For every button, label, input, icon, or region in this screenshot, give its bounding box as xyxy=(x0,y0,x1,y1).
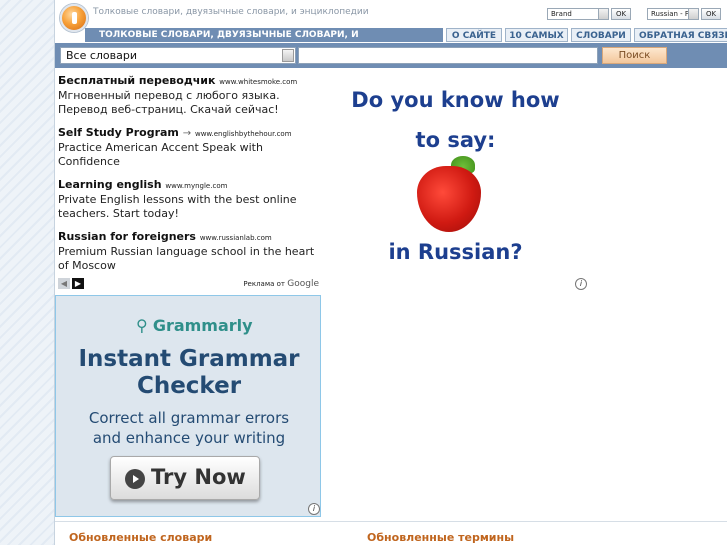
headline-line: Checker xyxy=(136,373,242,399)
ad-body: Premium Russian language school in the h… xyxy=(58,245,315,272)
nav-main-title[interactable]: ТОЛКОВЫЕ СЛОВАРИ, ДВУЯЗЫЧНЫЕ СЛОВАРИ, И … xyxy=(85,28,443,54)
search-input[interactable] xyxy=(298,47,598,64)
dictionary-select[interactable]: Все словари xyxy=(60,47,296,64)
grammarly-logo: ⚲ Grammarly xyxy=(136,316,253,335)
top-bar: Толковые словари, двуязычные словари, и … xyxy=(55,0,727,32)
site-logo[interactable] xyxy=(60,4,88,32)
ad-body: Мгновенный перевод с любого языка. Перев… xyxy=(58,89,280,116)
updated-dictionaries-heading[interactable]: Обновленные словари xyxy=(69,531,212,544)
headline-line: Instant Grammar xyxy=(78,346,300,372)
search-bar: Все словари Поиск xyxy=(55,43,727,68)
chevron-down-icon xyxy=(282,49,294,62)
brand-ok-button[interactable]: OK xyxy=(611,8,631,20)
ad-title[interactable]: Learning english xyxy=(58,178,162,191)
banner-subtitle: Correct all grammar errors and enhance y… xyxy=(56,408,322,448)
play-icon xyxy=(125,469,145,489)
try-now-button[interactable]: Try Now xyxy=(110,456,260,500)
ad-body: Private English lessons with the best on… xyxy=(58,193,297,220)
tab-top10[interactable]: 10 САМЫХ xyxy=(505,28,568,42)
prev-arrow-icon[interactable]: ◀ xyxy=(58,278,70,289)
ad-url[interactable]: www.myngle.com xyxy=(165,182,227,190)
try-now-label: Try Now xyxy=(151,465,246,489)
ad-title[interactable]: Self Study Program xyxy=(58,126,179,139)
tab-about[interactable]: О САЙТЕ xyxy=(446,28,502,42)
ad-url[interactable]: www.russianlab.com xyxy=(200,234,272,242)
dictionary-select-value: Все словари xyxy=(66,49,138,62)
grammarly-logo-text: Grammarly xyxy=(152,316,253,335)
brand-select-value: Brand xyxy=(551,10,572,18)
tab-dictionaries[interactable]: СЛОВАРИ xyxy=(571,28,631,42)
banner-headline: Instant Grammar Checker xyxy=(56,346,322,400)
ads-by-google[interactable]: Реклама от Google xyxy=(243,279,319,289)
info-icon[interactable]: i xyxy=(575,278,587,290)
ad-url[interactable]: www.whitesmoke.com xyxy=(219,78,297,86)
ad-item[interactable]: Self Study Program → www.englishbythehou… xyxy=(58,126,320,169)
updated-terms-heading[interactable]: Обновленные термины xyxy=(367,531,514,544)
banner-line: to say: xyxy=(415,128,496,152)
strawberry-banner[interactable]: Do you know how to say: in Russian? i xyxy=(321,72,590,292)
language-select-value: Russian - F xyxy=(651,10,689,18)
bottom-section: Обновленные словари Обновленные термины xyxy=(55,521,727,545)
subtitle-line: Correct all grammar errors xyxy=(88,409,290,427)
brand-select[interactable]: Brand xyxy=(547,8,609,20)
chevron-down-icon xyxy=(688,9,698,19)
subtitle-line: and enhance your writing xyxy=(92,429,286,447)
ads-footer: ◀ ▶ Реклама от Google xyxy=(55,278,321,292)
ad-title[interactable]: Бесплатный переводчик xyxy=(58,74,215,87)
banner-line: Do you know how xyxy=(351,88,560,112)
language-ok-button[interactable]: OK xyxy=(701,8,721,20)
main-nav: ТОЛКОВЫЕ СЛОВАРИ, ДВУЯЗЫЧНЫЕ СЛОВАРИ, И … xyxy=(85,28,727,54)
ad-item[interactable]: Learning english www.myngle.com Private … xyxy=(58,178,320,221)
ad-item[interactable]: Russian for foreigners www.russianlab.co… xyxy=(58,230,320,273)
ads-by-label: Реклама от xyxy=(243,280,286,288)
ad-body: Practice American Accent Speak with Conf… xyxy=(58,141,263,168)
arrow-icon: → xyxy=(182,128,192,139)
language-select[interactable]: Russian - F xyxy=(647,8,699,20)
info-icon[interactable]: i xyxy=(308,503,320,515)
strawberry-image xyxy=(417,166,481,232)
chevron-down-icon xyxy=(598,9,608,19)
ad-item[interactable]: Бесплатный переводчик www.whitesmoke.com… xyxy=(58,74,320,117)
tab-feedback[interactable]: ОБРАТНАЯ СВЯЗЬ xyxy=(634,28,727,42)
ad-url[interactable]: www.englishbythehour.com xyxy=(195,130,292,138)
ad-title[interactable]: Russian for foreigners xyxy=(58,230,196,243)
site-tagline: Толковые словари, двуязычные словари, и … xyxy=(93,7,369,17)
search-button[interactable]: Поиск xyxy=(602,47,667,64)
page: Толковые словари, двуязычные словари, и … xyxy=(54,0,727,545)
banner-line: in Russian? xyxy=(388,240,523,264)
next-arrow-icon[interactable]: ▶ xyxy=(72,278,84,289)
grammarly-banner[interactable]: ⚲ Grammarly Instant Grammar Checker Corr… xyxy=(55,295,321,517)
google-logo: Google xyxy=(287,279,319,289)
text-ads: Бесплатный переводчик www.whitesmoke.com… xyxy=(58,74,320,282)
